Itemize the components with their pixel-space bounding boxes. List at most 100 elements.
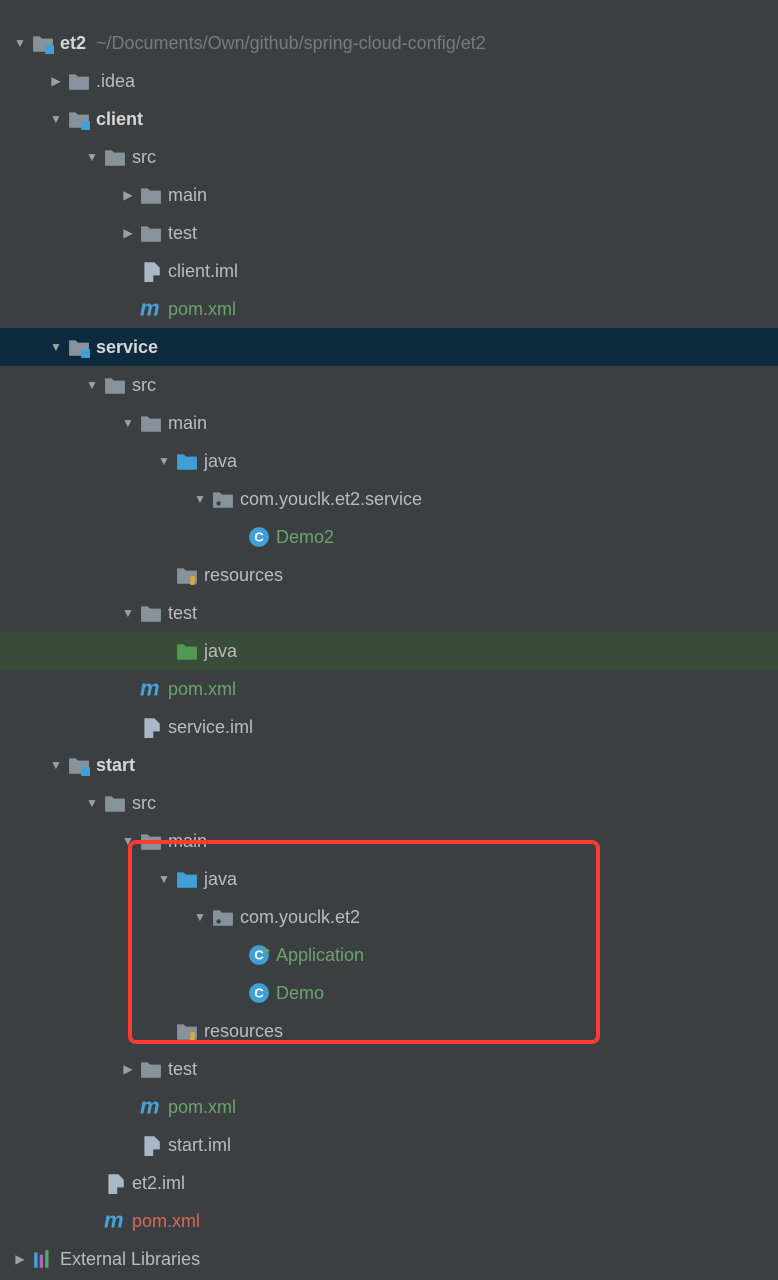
- tree-node-root-pom[interactable]: ▶ pom.xml: [0, 1202, 778, 1240]
- package-icon: [212, 906, 234, 928]
- tree-node-client-main[interactable]: ▶ main: [0, 176, 778, 214]
- chevron-down-icon[interactable]: ▼: [120, 833, 136, 849]
- chevron-down-icon[interactable]: ▼: [192, 491, 208, 507]
- tree-node-service-iml[interactable]: ▶ service.iml: [0, 708, 778, 746]
- chevron-down-icon[interactable]: ▼: [84, 149, 100, 165]
- module-icon: [68, 336, 90, 358]
- node-label: pom.xml: [168, 299, 236, 320]
- tree-node-service-resources[interactable]: ▶ resources: [0, 556, 778, 594]
- chevron-right-icon[interactable]: ▶: [48, 73, 64, 89]
- file-icon: [140, 260, 162, 282]
- package-icon: [212, 488, 234, 510]
- node-label: client: [96, 109, 143, 130]
- chevron-down-icon[interactable]: ▼: [48, 339, 64, 355]
- tree-node-root[interactable]: ▼ et2 ~/Documents/Own/github/spring-clou…: [0, 24, 778, 62]
- tree-node-service-main[interactable]: ▼ main: [0, 404, 778, 442]
- tree-node-et2-iml[interactable]: ▶ et2.iml: [0, 1164, 778, 1202]
- tree-node-service-java[interactable]: ▼ java: [0, 442, 778, 480]
- file-icon: [140, 716, 162, 738]
- node-label: Demo2: [276, 527, 334, 548]
- class-icon: [248, 526, 270, 548]
- folder-icon: [104, 146, 126, 168]
- node-label: pom.xml: [168, 1097, 236, 1118]
- tree-node-service-pom[interactable]: ▶ pom.xml: [0, 670, 778, 708]
- node-label: main: [168, 831, 207, 852]
- chevron-down-icon[interactable]: ▼: [156, 453, 172, 469]
- resources-icon: [176, 1020, 198, 1042]
- library-icon: [32, 1248, 54, 1270]
- node-label: resources: [204, 565, 283, 586]
- tree-node-service-src[interactable]: ▼ src: [0, 366, 778, 404]
- chevron-down-icon[interactable]: ▼: [12, 35, 28, 51]
- tree-node-start-application[interactable]: ▶ Application: [0, 936, 778, 974]
- maven-icon: [140, 1096, 162, 1118]
- node-label: src: [132, 147, 156, 168]
- node-label: test: [168, 603, 197, 624]
- node-label: test: [168, 1059, 197, 1080]
- node-label: service: [96, 337, 158, 358]
- tree-node-start-iml[interactable]: ▶ start.iml: [0, 1126, 778, 1164]
- node-label: com.youclk.et2.service: [240, 489, 422, 510]
- node-label: et2: [60, 33, 86, 54]
- tree-node-start-pom[interactable]: ▶ pom.xml: [0, 1088, 778, 1126]
- node-label: External Libraries: [60, 1249, 200, 1270]
- tree-node-external-libraries[interactable]: ▶ External Libraries: [0, 1240, 778, 1278]
- tree-node-client-test[interactable]: ▶ test: [0, 214, 778, 252]
- tree-node-client-pom[interactable]: ▶ pom.xml: [0, 290, 778, 328]
- folder-icon: [140, 412, 162, 434]
- chevron-right-icon[interactable]: ▶: [120, 225, 136, 241]
- node-label: com.youclk.et2: [240, 907, 360, 928]
- node-label: resources: [204, 1021, 283, 1042]
- maven-icon: [140, 678, 162, 700]
- node-label: java: [204, 869, 237, 890]
- tree-node-start-resources[interactable]: ▶ resources: [0, 1012, 778, 1050]
- tree-node-start-src[interactable]: ▼ src: [0, 784, 778, 822]
- tree-node-start-main[interactable]: ▼ main: [0, 822, 778, 860]
- node-label: main: [168, 185, 207, 206]
- module-icon: [68, 754, 90, 776]
- node-label: Application: [276, 945, 364, 966]
- tree-node-service-test[interactable]: ▼ test: [0, 594, 778, 632]
- node-label: java: [204, 451, 237, 472]
- chevron-down-icon[interactable]: ▼: [48, 111, 64, 127]
- chevron-down-icon[interactable]: ▼: [48, 757, 64, 773]
- tree-node-start[interactable]: ▼ start: [0, 746, 778, 784]
- tree-node-service-pkg[interactable]: ▼ com.youclk.et2.service: [0, 480, 778, 518]
- tree-node-idea[interactable]: ▶ .idea: [0, 62, 778, 100]
- chevron-down-icon[interactable]: ▼: [120, 415, 136, 431]
- tree-node-start-java[interactable]: ▼ java: [0, 860, 778, 898]
- tree-node-client[interactable]: ▼ client: [0, 100, 778, 138]
- module-icon: [32, 32, 54, 54]
- chevron-down-icon[interactable]: ▼: [192, 909, 208, 925]
- folder-icon: [68, 70, 90, 92]
- chevron-right-icon[interactable]: ▶: [120, 1061, 136, 1077]
- chevron-down-icon[interactable]: ▼: [84, 795, 100, 811]
- test-folder-icon: [176, 640, 198, 662]
- folder-icon: [140, 1058, 162, 1080]
- node-path: ~/Documents/Own/github/spring-cloud-conf…: [96, 33, 486, 54]
- tree-node-service[interactable]: ▼ service: [0, 328, 778, 366]
- chevron-right-icon[interactable]: ▶: [120, 187, 136, 203]
- tree-node-start-test[interactable]: ▶ test: [0, 1050, 778, 1088]
- file-icon: [140, 1134, 162, 1156]
- folder-icon: [104, 374, 126, 396]
- tree-node-service-test-java[interactable]: ▶ java: [0, 632, 778, 670]
- chevron-down-icon[interactable]: ▼: [120, 605, 136, 621]
- tree-node-service-demo2[interactable]: ▶ Demo2: [0, 518, 778, 556]
- chevron-down-icon[interactable]: ▼: [84, 377, 100, 393]
- node-label: Demo: [276, 983, 324, 1004]
- source-folder-icon: [176, 450, 198, 472]
- node-label: start.iml: [168, 1135, 231, 1156]
- class-icon: [248, 982, 270, 1004]
- node-label: main: [168, 413, 207, 434]
- chevron-down-icon[interactable]: ▼: [156, 871, 172, 887]
- source-folder-icon: [176, 868, 198, 890]
- tree-node-start-demo[interactable]: ▶ Demo: [0, 974, 778, 1012]
- tree-node-client-src[interactable]: ▼ src: [0, 138, 778, 176]
- folder-icon: [140, 602, 162, 624]
- node-label: .idea: [96, 71, 135, 92]
- chevron-right-icon[interactable]: ▶: [12, 1251, 28, 1267]
- folder-icon: [140, 184, 162, 206]
- tree-node-start-pkg[interactable]: ▼ com.youclk.et2: [0, 898, 778, 936]
- tree-node-client-iml[interactable]: ▶ client.iml: [0, 252, 778, 290]
